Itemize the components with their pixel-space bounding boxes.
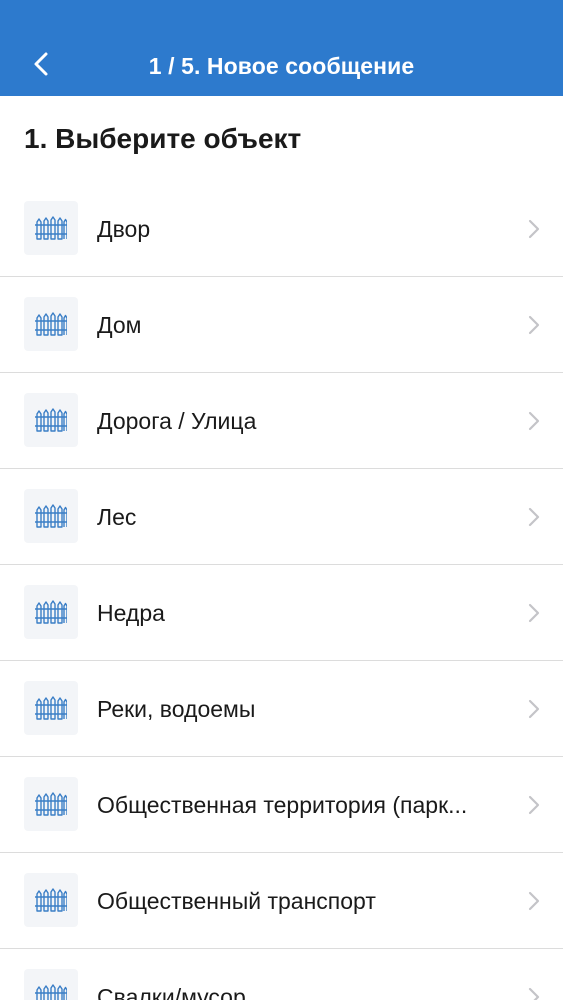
list-item-9[interactable]: Свалки/мусор [0, 949, 563, 1000]
fence-icon [24, 201, 78, 255]
fence-icon [24, 873, 78, 927]
fence-icon [24, 585, 78, 639]
object-list: Двор Дом Дорога / Улица Лес Недра Реки, … [0, 181, 563, 1000]
list-item-4[interactable]: Лес [0, 469, 563, 565]
fence-icon [24, 777, 78, 831]
chevron-right-icon [527, 698, 541, 725]
list-item-label: Свалки/мусор [97, 984, 246, 1000]
list-item-label: Общественный транспорт [97, 888, 376, 914]
app-header: 1 / 5. Новое сообщение [0, 0, 563, 96]
list-item-label: Реки, водоемы [97, 696, 256, 722]
chevron-right-icon [527, 794, 541, 821]
chevron-right-icon [527, 602, 541, 629]
list-item-5[interactable]: Недра [0, 565, 563, 661]
chevron-right-icon [527, 890, 541, 917]
screen: 1 / 5. Новое сообщение 1. Выберите объек… [0, 0, 563, 1000]
header-title: 1 / 5. Новое сообщение [148, 53, 415, 79]
fence-icon [24, 297, 78, 351]
list-item-label: Дом [97, 312, 142, 338]
list-item-label: Двор [97, 216, 151, 242]
list-item-label: Общественная территория (парк... [97, 792, 468, 818]
fence-icon [24, 393, 78, 447]
list-item-label: Недра [97, 600, 165, 626]
page-title: 1. Выберите объект [24, 123, 302, 154]
list-item-2[interactable]: Дом [0, 277, 563, 373]
chevron-right-icon [527, 218, 541, 245]
chevron-right-icon [527, 986, 541, 1000]
list-item-3[interactable]: Дорога / Улица [0, 373, 563, 469]
chevron-right-icon [527, 506, 541, 533]
list-item-7[interactable]: Общественная территория (парк... [0, 757, 563, 853]
fence-icon [24, 681, 78, 735]
list-item-8[interactable]: Общественный транспорт [0, 853, 563, 949]
fence-icon [24, 969, 78, 1000]
list-item-1[interactable]: Двор [0, 181, 563, 277]
fence-icon [24, 489, 78, 543]
list-item-6[interactable]: Реки, водоемы [0, 661, 563, 757]
list-item-label: Дорога / Улица [97, 408, 257, 434]
list-item-label: Лес [97, 504, 137, 530]
chevron-right-icon [527, 410, 541, 437]
chevron-right-icon [527, 314, 541, 341]
